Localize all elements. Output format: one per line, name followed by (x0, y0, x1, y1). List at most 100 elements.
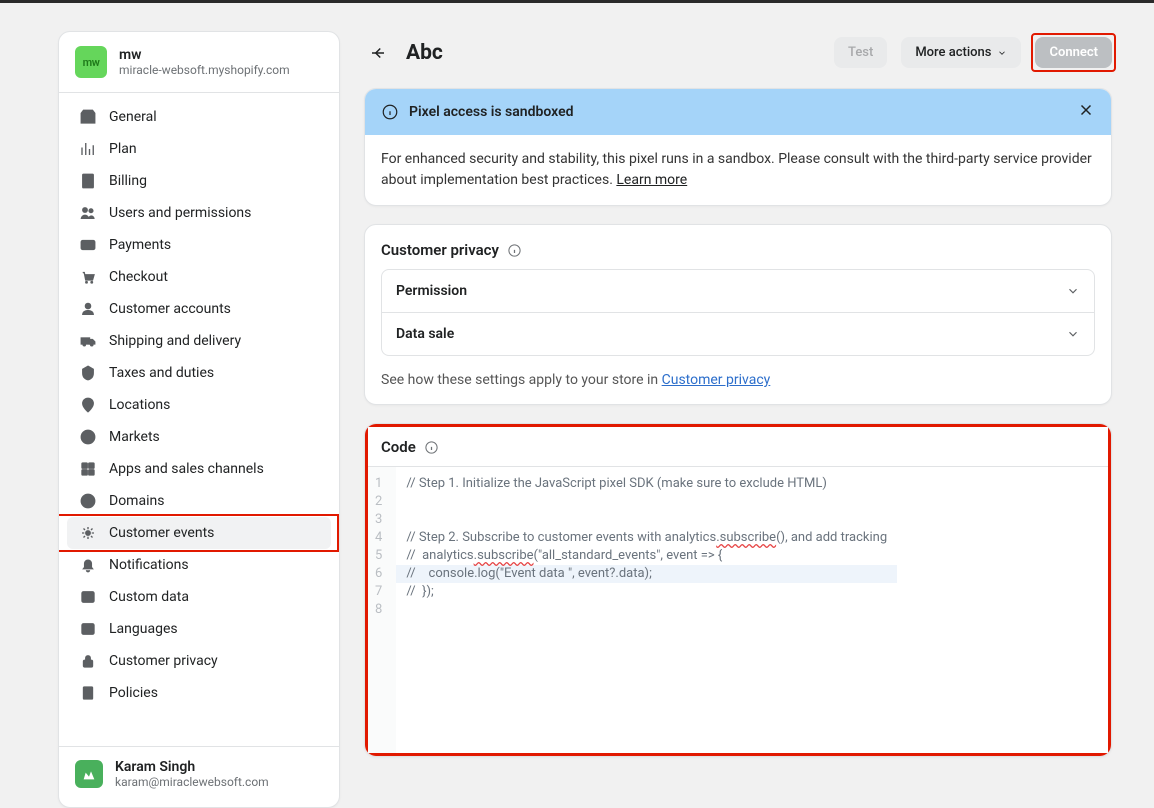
privacy-section-title: Customer privacy (381, 241, 499, 259)
sidebar-item-label: Markets (109, 429, 160, 445)
sidebar-item-label: Shipping and delivery (109, 333, 241, 349)
info-icon (381, 103, 399, 121)
sidebar-item-customdata[interactable]: Custom data (67, 581, 331, 613)
sidebar-item-locations[interactable]: Locations (67, 389, 331, 421)
avatar (75, 760, 103, 788)
events-icon (79, 524, 97, 542)
sidebar-item-apps[interactable]: Apps and sales channels (67, 453, 331, 485)
privacy-note-link[interactable]: Customer privacy (662, 372, 771, 388)
sidebar-item-label: Customer accounts (109, 301, 231, 317)
more-actions-label: More actions (915, 45, 991, 60)
page-header: Abc Test More actions Connect (364, 31, 1112, 70)
sidebar-item-label: Billing (109, 173, 147, 189)
sidebar-item-events[interactable]: Customer events (67, 517, 331, 549)
general-icon (79, 108, 97, 126)
sidebar-item-label: Policies (109, 685, 158, 701)
account-footer[interactable]: Karam Singh karam@miraclewebsoft.com (59, 746, 339, 807)
store-badge: mw (75, 46, 107, 78)
back-button[interactable] (364, 39, 392, 67)
test-button[interactable]: Test (834, 37, 887, 68)
chevron-down-icon (1066, 327, 1080, 341)
settings-nav: General Plan Billing Users and permissions P… (59, 93, 339, 746)
user-email: karam@miraclewebsoft.com (115, 775, 269, 789)
line-gutter: 12345678 (365, 467, 396, 756)
sidebar-item-notifications[interactable]: Notifications (67, 549, 331, 581)
sidebar-item-markets[interactable]: Markets (67, 421, 331, 453)
connect-button[interactable]: Connect (1035, 37, 1112, 68)
sidebar-item-languages[interactable]: Languages (67, 613, 331, 645)
payments-icon (79, 236, 97, 254)
privacy-note: See how these settings apply to your sto… (365, 356, 1111, 404)
markets-icon (79, 428, 97, 446)
banner-close-button[interactable] (1077, 101, 1095, 123)
sandbox-banner-card: Pixel access is sandboxed For enhanced s… (364, 88, 1112, 206)
taxes-icon (79, 364, 97, 382)
privacy-icon (79, 652, 97, 670)
notifications-icon (79, 556, 97, 574)
customer-privacy-card: Customer privacy Permission Data sale See… (364, 224, 1112, 405)
settings-sidebar: mw mw miracle-websoft.myshopify.com Gene… (58, 31, 340, 808)
code-card: Code 12345678 // Step 1. Initialize the … (364, 423, 1112, 757)
code-lines: // Step 1. Initialize the JavaScript pix… (396, 467, 897, 756)
checkout-icon (79, 268, 97, 286)
more-actions-button[interactable]: More actions (901, 37, 1021, 68)
sidebar-item-label: Languages (109, 621, 178, 637)
main-content: Abc Test More actions Connect Pixel acce… (364, 31, 1112, 808)
privacy-accordion: Permission Data sale (381, 269, 1095, 356)
sidebar-item-label: Payments (109, 237, 171, 253)
users-icon (79, 204, 97, 222)
plan-icon (79, 140, 97, 158)
sidebar-item-plan[interactable]: Plan (67, 133, 331, 165)
sidebar-item-label: Domains (109, 493, 164, 509)
sidebar-item-users[interactable]: Users and permissions (67, 197, 331, 229)
store-switcher[interactable]: mw mw miracle-websoft.myshopify.com (59, 32, 339, 93)
sidebar-item-label: Notifications (109, 557, 189, 573)
sidebar-item-label: Plan (109, 141, 137, 157)
accordion-label: Data sale (396, 326, 454, 342)
domains-icon (79, 492, 97, 510)
sidebar-item-checkout[interactable]: Checkout (67, 261, 331, 293)
sidebar-item-policies[interactable]: Policies (67, 677, 331, 709)
sidebar-item-billing[interactable]: Billing (67, 165, 331, 197)
banner-body: For enhanced security and stability, thi… (365, 135, 1111, 205)
sidebar-item-label: General (109, 109, 157, 125)
sidebar-item-label: Apps and sales channels (109, 461, 264, 477)
learn-more-link[interactable]: Learn more (616, 172, 687, 188)
sandbox-banner: Pixel access is sandboxed (365, 89, 1111, 135)
customdata-icon (79, 588, 97, 606)
sidebar-item-label: Locations (109, 397, 170, 413)
billing-icon (79, 172, 97, 190)
sidebar-item-taxes[interactable]: Taxes and duties (67, 357, 331, 389)
sidebar-item-general[interactable]: General (67, 101, 331, 133)
accordion-row[interactable]: Data sale (382, 312, 1094, 355)
policies-icon (79, 684, 97, 702)
apps-icon (79, 460, 97, 478)
info-icon[interactable] (424, 440, 439, 455)
page-title: Abc (406, 41, 443, 65)
user-name: Karam Singh (115, 759, 269, 775)
code-editor[interactable]: 12345678 // Step 1. Initialize the JavaS… (365, 466, 1111, 756)
accordion-label: Permission (396, 283, 467, 299)
store-domain: miracle-websoft.myshopify.com (119, 63, 290, 77)
sidebar-item-label: Checkout (109, 269, 168, 285)
close-icon (1077, 101, 1095, 119)
sidebar-item-label: Taxes and duties (109, 365, 214, 381)
sidebar-item-domains[interactable]: Domains (67, 485, 331, 517)
sidebar-item-label: Customer privacy (109, 653, 218, 669)
sidebar-item-label: Customer events (109, 525, 214, 541)
languages-icon (79, 620, 97, 638)
sidebar-item-accounts[interactable]: Customer accounts (67, 293, 331, 325)
sidebar-item-label: Custom data (109, 589, 189, 605)
chevron-down-icon (1066, 284, 1080, 298)
sidebar-item-shipping[interactable]: Shipping and delivery (67, 325, 331, 357)
store-name: mw (119, 47, 290, 63)
sidebar-item-label: Users and permissions (109, 205, 251, 221)
code-section-title: Code (381, 438, 416, 456)
locations-icon (79, 396, 97, 414)
sidebar-item-privacy[interactable]: Customer privacy (67, 645, 331, 677)
accordion-row[interactable]: Permission (382, 270, 1094, 312)
accounts-icon (79, 300, 97, 318)
info-icon[interactable] (507, 243, 522, 258)
shipping-icon (79, 332, 97, 350)
sidebar-item-payments[interactable]: Payments (67, 229, 331, 261)
